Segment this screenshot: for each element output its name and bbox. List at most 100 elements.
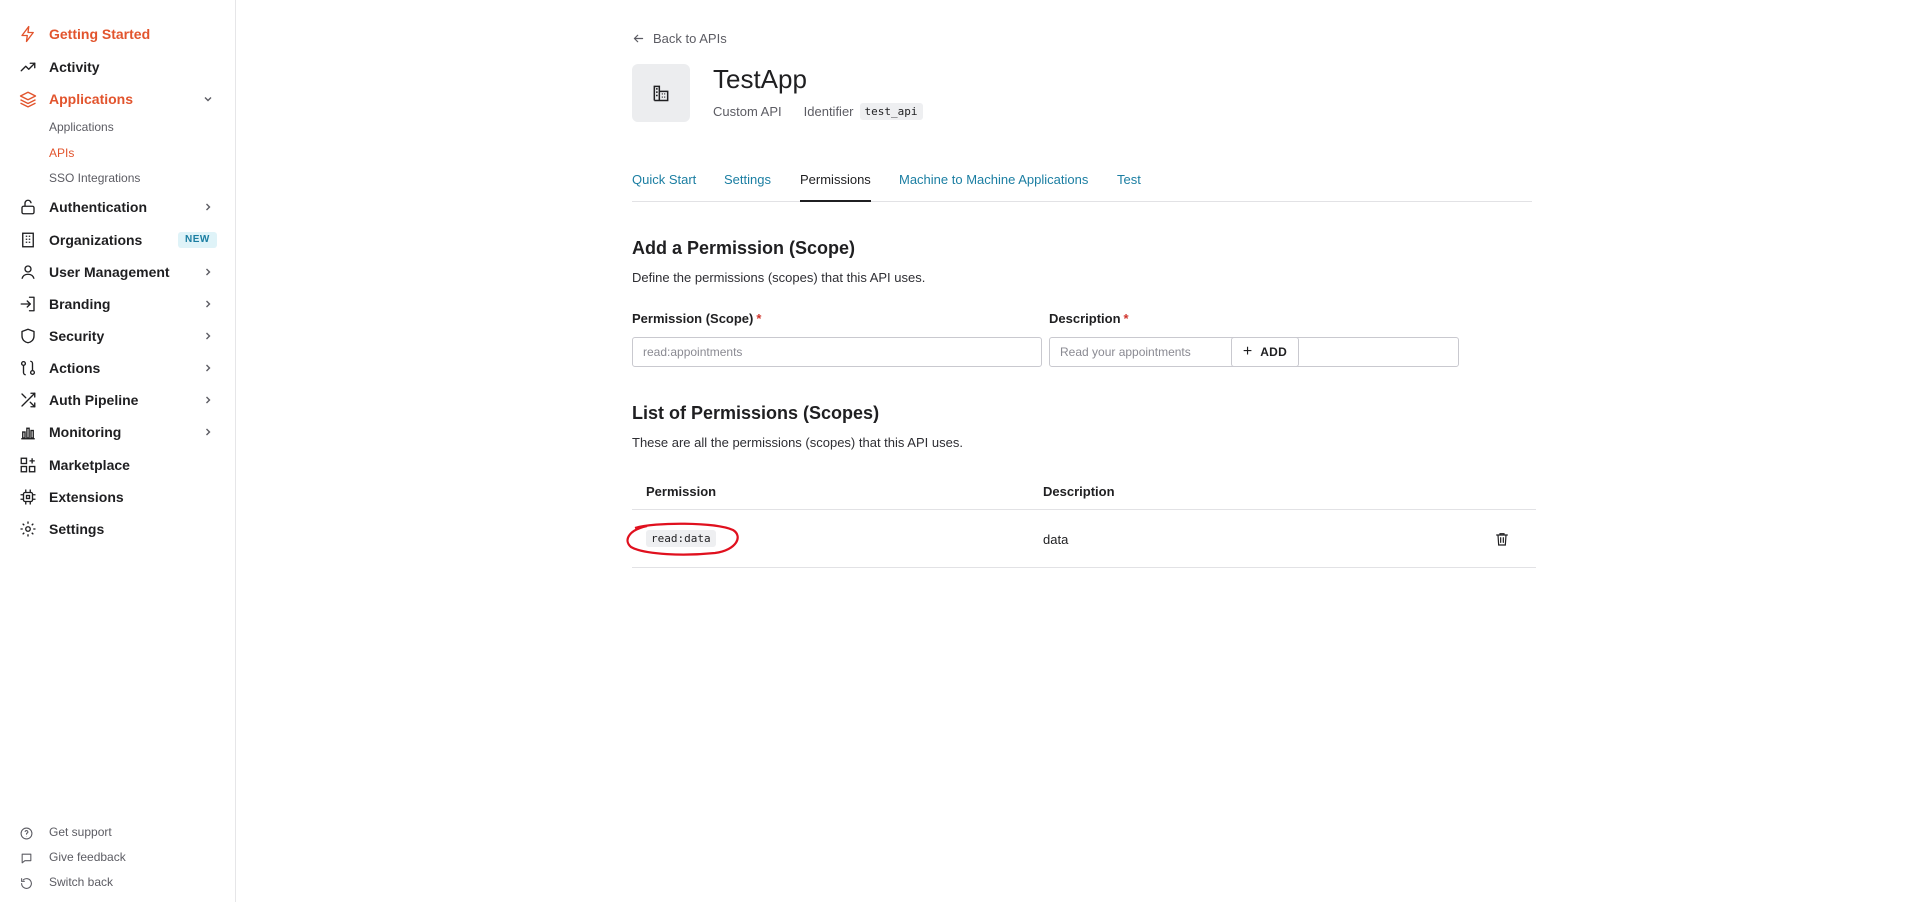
add-permission-description: Define the permissions (scopes) that thi… — [632, 270, 926, 285]
sidebar-item-label: Branding — [49, 296, 111, 312]
sidebar-item-marketplace[interactable]: Marketplace — [0, 451, 236, 479]
description-label-text: Description — [1049, 311, 1121, 326]
add-permission-title: Add a Permission (Scope) — [632, 238, 856, 258]
sidebar-item-actions[interactable]: Actions — [0, 354, 236, 382]
sidebar-item-monitoring[interactable]: Monitoring — [0, 418, 236, 446]
required-mark: * — [756, 311, 762, 326]
plus-icon: + — [1242, 343, 1253, 360]
sidebar-item-getting-started[interactable]: Getting Started — [0, 20, 236, 48]
building-icon — [22, 232, 34, 248]
tab-bar: Quick Start Settings Permissions Machine… — [632, 168, 1532, 202]
bar-chart-icon — [21, 427, 35, 440]
chevron-right-icon — [206, 268, 211, 276]
tab-quick-start[interactable]: Quick Start — [632, 172, 696, 202]
table-row: read:data data — [626, 510, 1536, 568]
back-to-apis-link[interactable]: Back to APIs — [632, 29, 727, 47]
arrow-left-icon — [633, 34, 644, 42]
permission-list-description: These are all the permissions (scopes) t… — [632, 435, 963, 450]
permission-list-title: List of Permissions (Scopes) — [632, 403, 880, 423]
rotate-ccw-icon — [21, 878, 32, 889]
column-header-permission: Permission — [646, 484, 717, 499]
sidebar-item-label: Authentication — [49, 199, 147, 215]
add-button-label: ADD — [1260, 345, 1288, 359]
lightning-icon — [21, 25, 34, 43]
message-icon — [21, 853, 32, 864]
switch-back-link[interactable]: Switch back — [0, 873, 236, 893]
sidebar-item-label: Actions — [49, 360, 101, 376]
api-meta: Custom API Identifier test_api — [713, 103, 923, 120]
layers-icon — [19, 91, 37, 108]
sidebar-subitem-apis[interactable]: APIs — [49, 144, 74, 162]
required-mark: * — [1123, 311, 1129, 326]
shuffle-icon — [21, 392, 36, 408]
trend-up-icon — [20, 62, 36, 72]
grid-plus-icon — [20, 457, 36, 473]
page-title: TestApp — [713, 64, 807, 94]
sidebar-item-label: Organizations — [49, 232, 143, 248]
shield-icon — [21, 328, 35, 344]
sidebar-item-label: Auth Pipeline — [49, 392, 139, 408]
chevron-right-icon — [206, 396, 211, 404]
tab-permissions[interactable]: Permissions — [800, 172, 871, 202]
give-feedback-link[interactable]: Give feedback — [0, 848, 236, 868]
footer-link-label: Switch back — [49, 875, 114, 889]
sidebar-item-applications[interactable]: Applications — [0, 85, 236, 113]
sidebar-item-label: Settings — [49, 521, 105, 537]
sign-in-icon — [20, 296, 35, 312]
gear-icon — [20, 521, 36, 537]
chevron-right-icon — [206, 332, 211, 340]
chevron-right-icon — [206, 364, 211, 372]
sidebar-item-activity[interactable]: Activity — [0, 53, 236, 81]
api-type: Custom API — [713, 104, 782, 119]
chip-icon — [20, 489, 36, 505]
footer-link-label: Get support — [49, 825, 112, 839]
sidebar-item-label: Marketplace — [49, 457, 130, 473]
sidebar-item-organizations[interactable]: Organizations NEW — [0, 226, 236, 254]
sidebar-item-label: Security — [49, 328, 105, 344]
permission-field-label: Permission (Scope) * — [632, 311, 761, 326]
building-grid-icon — [653, 85, 669, 102]
footer-link-label: Give feedback — [49, 850, 126, 864]
sidebar-item-auth-pipeline[interactable]: Auth Pipeline — [0, 386, 236, 414]
sidebar-item-extensions[interactable]: Extensions — [0, 483, 236, 511]
description-field-label: Description * — [1049, 311, 1129, 326]
identifier-value: test_api — [859, 103, 923, 120]
permission-value: read:data — [646, 530, 716, 547]
tab-test[interactable]: Test — [1117, 172, 1141, 202]
sidebar-item-label: Monitoring — [49, 424, 122, 440]
trash-icon[interactable] — [1494, 531, 1510, 547]
tab-machine-to-machine[interactable]: Machine to Machine Applications — [899, 172, 1088, 202]
back-link-label: Back to APIs — [653, 30, 727, 46]
chevron-down-icon — [204, 97, 212, 102]
sidebar-item-user-management[interactable]: User Management — [0, 258, 236, 286]
help-circle-icon — [20, 827, 33, 840]
api-icon-tile — [632, 64, 690, 122]
sidebar-item-label: Applications — [49, 91, 134, 107]
sidebar-item-authentication[interactable]: Authentication — [0, 193, 236, 221]
sidebar-item-label: User Management — [49, 264, 170, 280]
chevron-right-icon — [206, 203, 211, 211]
new-badge: NEW — [178, 232, 217, 248]
sidebar-item-label: Getting Started — [49, 26, 151, 42]
chevron-right-icon — [206, 428, 211, 436]
get-support-link[interactable]: Get support — [0, 823, 236, 843]
sidebar-item-branding[interactable]: Branding — [0, 290, 236, 318]
sidebar-item-label: Activity — [49, 59, 100, 75]
sidebar-item-settings[interactable]: Settings — [0, 515, 236, 543]
main-content: Back to APIs TestApp Custom API Identifi… — [237, 0, 1917, 902]
flow-icon — [20, 360, 36, 376]
permission-label-text: Permission (Scope) — [632, 311, 754, 326]
description-value: data — [1043, 532, 1069, 547]
column-header-description: Description — [1043, 484, 1115, 499]
identifier-label: Identifier — [803, 104, 854, 119]
sidebar-item-label: Extensions — [49, 489, 124, 505]
tab-settings[interactable]: Settings — [724, 172, 771, 202]
sidebar-subitem-applications[interactable]: Applications — [49, 118, 114, 136]
chevron-right-icon — [206, 300, 211, 308]
user-icon — [21, 265, 35, 279]
lock-icon — [21, 199, 35, 215]
sidebar-subitem-sso-integrations[interactable]: SSO Integrations — [49, 169, 140, 187]
add-permission-button[interactable]: + ADD — [1231, 337, 1299, 367]
sidebar-item-security[interactable]: Security — [0, 322, 236, 350]
permission-input[interactable] — [632, 337, 1042, 367]
